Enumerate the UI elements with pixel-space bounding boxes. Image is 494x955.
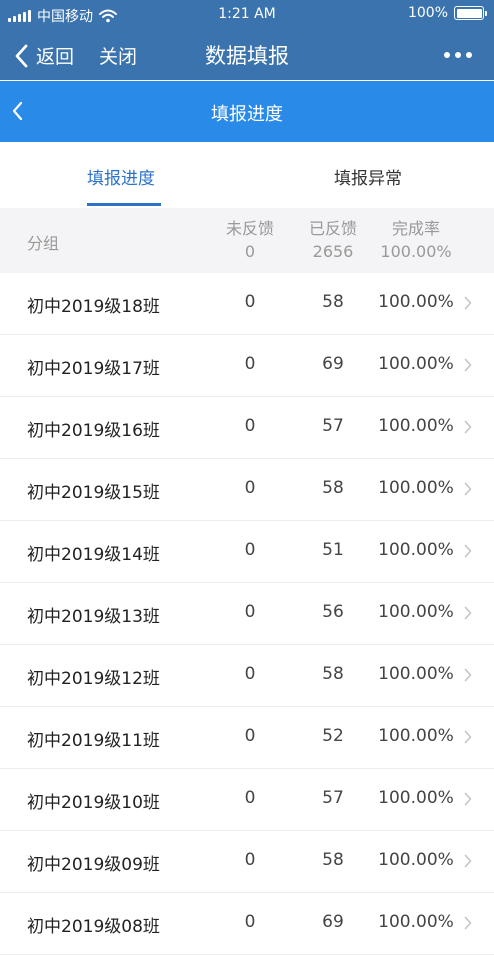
row-rate: 100.00% [378,602,454,622]
row-name: 初中2019级17班 [27,359,160,379]
row-rate: 100.00% [378,292,454,312]
column-label: 未反馈 [225,219,274,238]
page-title: 数据填报 [205,44,289,68]
row-rate: 100.00% [378,664,454,684]
row-name: 初中2019级12班 [27,669,160,689]
back-label: 返回 [36,46,75,68]
table-row[interactable]: 初中2019级15班 0 58 100.00% [0,459,494,521]
row-pending: 0 [244,726,256,746]
row-done: 51 [322,540,344,560]
row-pending: 0 [244,602,256,622]
row-name: 初中2019级18班 [27,297,160,317]
row-pending: 0 [244,354,256,374]
row-name: 初中2019级10班 [27,793,160,813]
row-rate: 100.00% [378,850,454,870]
row-done: 57 [322,416,344,436]
column-label: 完成率 [391,219,440,238]
battery-label: 100% [407,5,448,21]
sub-header-title: 填报进度 [211,104,283,125]
chevron-right-icon [464,730,472,744]
chevron-right-icon [464,296,472,310]
row-done: 58 [322,478,344,498]
row-rate: 100.00% [378,354,454,374]
row-pending: 0 [244,540,256,560]
row-done: 57 [322,788,344,808]
battery-icon [454,6,487,20]
column-total: 2656 [312,242,354,261]
chevron-right-icon [464,544,472,558]
status-right: 100% [407,5,487,21]
row-name: 初中2019级11班 [27,731,160,751]
row-done: 58 [322,850,344,870]
group-header: 分组 [27,234,60,253]
chevron-right-icon [464,792,472,806]
chevron-right-icon [464,420,472,434]
row-pending: 0 [244,478,256,498]
back-button[interactable]: 返回 [14,42,74,69]
table-row[interactable]: 初中2019级11班 0 52 100.00% [0,707,494,769]
row-pending: 0 [244,416,256,436]
table-body: 初中2019级18班 0 58 100.00% 初中2019级17班 0 69 … [0,273,494,955]
tab-active-indicator [87,203,161,206]
table-row[interactable]: 初中2019级08班 0 69 100.00% [0,893,494,955]
row-rate: 100.00% [378,478,454,498]
chevron-right-icon [464,668,472,682]
chevron-right-icon [464,482,472,496]
table-row[interactable]: 初中2019级10班 0 57 100.00% [0,769,494,831]
row-done: 58 [322,292,344,312]
table-row[interactable]: 初中2019级13班 0 56 100.00% [0,583,494,645]
row-rate: 100.00% [378,416,454,436]
row-rate: 100.00% [378,912,454,932]
table-header: 分组 未反馈 0 已反馈 2656 完成率 100.00% [0,208,494,273]
close-button[interactable]: 关闭 [99,42,137,69]
row-done: 58 [322,664,344,684]
chevron-right-icon [464,358,472,372]
column-total: 100.00% [380,242,452,261]
sub-header: 填报进度 [0,81,494,142]
tab-exceptions[interactable]: 填报异常 [334,164,402,189]
row-name: 初中2019级14班 [27,545,160,565]
column-done: 已反馈 2656 [293,217,373,263]
row-name: 初中2019级08班 [27,917,160,937]
nav-bar: 返回 关闭 数据填报 [0,30,494,80]
row-rate: 100.00% [378,540,454,560]
row-pending: 0 [244,912,256,932]
row-name: 初中2019级09班 [27,855,160,875]
row-pending: 0 [244,788,256,808]
row-name: 初中2019级13班 [27,607,160,627]
row-pending: 0 [244,664,256,684]
row-done: 69 [322,354,344,374]
row-name: 初中2019级16班 [27,421,160,441]
chevron-right-icon [464,606,472,620]
table-row[interactable]: 初中2019级14班 0 51 100.00% [0,521,494,583]
table-row[interactable]: 初中2019级16班 0 57 100.00% [0,397,494,459]
chevron-right-icon [464,854,472,868]
table-row[interactable]: 初中2019级12班 0 58 100.00% [0,645,494,707]
row-rate: 100.00% [378,788,454,808]
row-done: 69 [322,912,344,932]
column-pending: 未反馈 0 [210,217,290,263]
more-icon[interactable] [444,52,472,58]
row-done: 56 [322,602,344,622]
column-label: 已反馈 [308,219,357,238]
column-total: 0 [244,242,256,261]
row-pending: 0 [244,292,256,312]
row-name: 初中2019级15班 [27,483,160,503]
row-pending: 0 [244,850,256,870]
chevron-left-icon [15,44,28,67]
tab-progress[interactable]: 填报进度 [87,164,155,189]
row-done: 52 [322,726,344,746]
table-row[interactable]: 初中2019级09班 0 58 100.00% [0,831,494,893]
chevron-right-icon [464,916,472,930]
column-rate: 完成率 100.00% [371,217,461,263]
status-bar: 中国移动 1:21 AM 100% [0,0,494,30]
table-row[interactable]: 初中2019级17班 0 69 100.00% [0,335,494,397]
row-rate: 100.00% [378,726,454,746]
tab-bar: 填报进度 填报异常 [0,142,494,208]
table-row[interactable]: 初中2019级18班 0 58 100.00% [0,273,494,335]
